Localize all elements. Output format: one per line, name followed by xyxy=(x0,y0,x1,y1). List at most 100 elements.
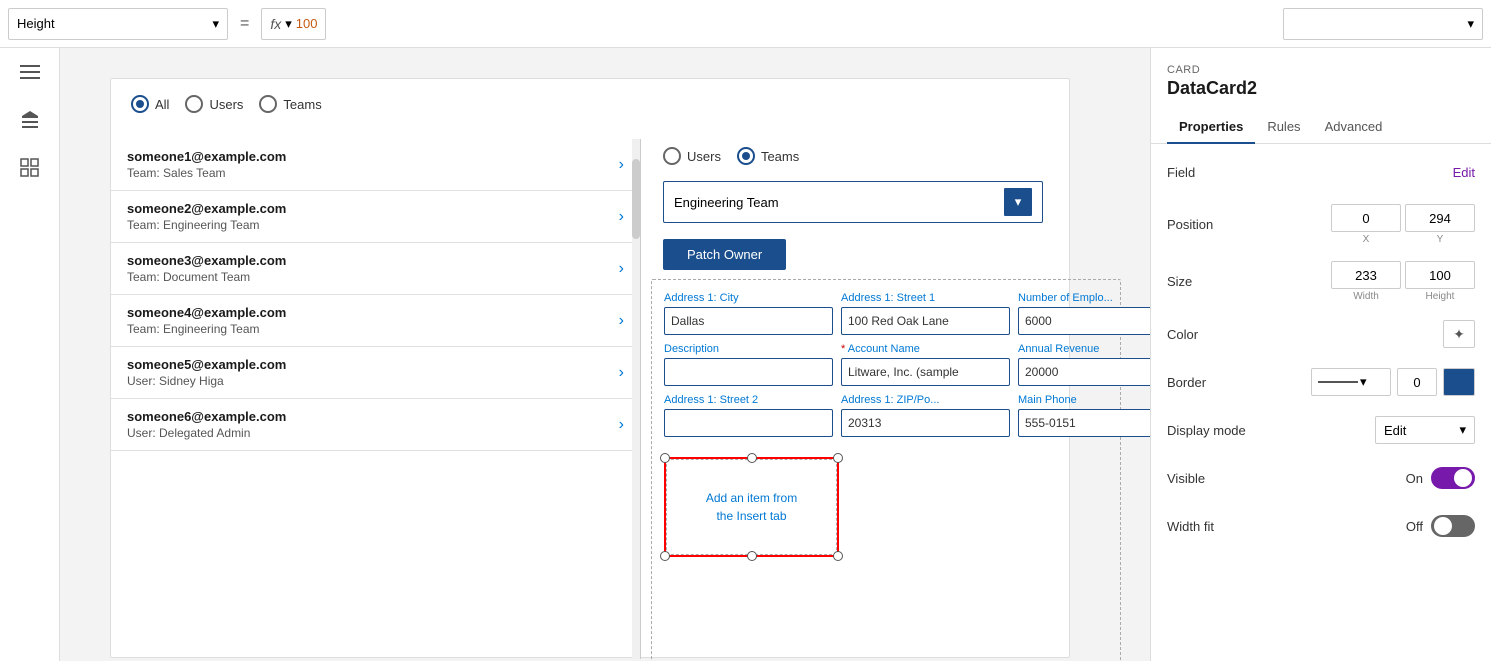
position-label: Position xyxy=(1167,217,1257,232)
form-label-description: Description xyxy=(664,343,833,355)
form-input-city[interactable] xyxy=(664,307,833,335)
form-label-account: Account Name xyxy=(841,343,1010,355)
list-item-sub-3: Team: Engineering Team xyxy=(127,322,619,336)
form-input-street1[interactable] xyxy=(841,307,1010,335)
list-item-sub-1: Team: Engineering Team xyxy=(127,218,619,232)
tab-advanced[interactable]: Advanced xyxy=(1313,111,1395,144)
formula-bar[interactable]: fx ▾ 100 xyxy=(261,8,326,40)
form-field-account: Account Name xyxy=(841,343,1010,386)
form-label-phone: Main Phone xyxy=(1018,394,1150,406)
form-input-description[interactable] xyxy=(664,358,833,386)
selection-handle-br xyxy=(833,551,843,561)
border-label: Border xyxy=(1167,375,1257,390)
top-right-dropdown[interactable]: ▾ xyxy=(1283,8,1483,40)
list-item[interactable]: someone6@example.com User: Delegated Adm… xyxy=(111,399,640,451)
edit-link[interactable]: Edit xyxy=(1453,165,1475,180)
radio-teams-label: Teams xyxy=(283,97,321,112)
props-tabs: Properties Rules Advanced xyxy=(1151,111,1491,144)
team-dropdown-row: Engineering Team ▾ xyxy=(651,173,1071,231)
list-item-name-5: someone6@example.com xyxy=(127,409,619,424)
size-height-input[interactable] xyxy=(1405,261,1475,289)
display-mode-select[interactable]: Edit ▾ xyxy=(1375,416,1475,444)
list-item[interactable]: someone3@example.com Team: Document Team… xyxy=(111,243,640,295)
left-sidebar xyxy=(0,48,60,661)
form-input-street2[interactable] xyxy=(664,409,833,437)
list-item[interactable]: someone4@example.com Team: Engineering T… xyxy=(111,295,640,347)
list-item[interactable]: someone1@example.com Team: Sales Team › xyxy=(111,139,640,191)
tab-rules[interactable]: Rules xyxy=(1255,111,1312,144)
visible-state-label: On xyxy=(1406,471,1423,486)
list-item-name-3: someone4@example.com xyxy=(127,305,619,320)
form-field-description: Description xyxy=(664,343,833,386)
sidebar-grid-icon[interactable] xyxy=(18,156,42,180)
radio-teams[interactable]: Teams xyxy=(259,95,321,113)
visible-toggle[interactable] xyxy=(1431,467,1475,489)
tab-properties[interactable]: Properties xyxy=(1167,111,1255,144)
inner-radio-users[interactable]: Users xyxy=(663,147,721,165)
size-inputs: Width Height xyxy=(1331,261,1475,302)
form-label-zip: Address 1: ZIP/Po... xyxy=(841,394,1010,406)
form-input-phone[interactable] xyxy=(1018,409,1150,437)
radio-users-circle xyxy=(185,95,203,113)
size-label: Size xyxy=(1167,274,1257,289)
color-label: Color xyxy=(1167,327,1257,342)
width-fit-toggle[interactable] xyxy=(1431,515,1475,537)
form-input-revenue[interactable] xyxy=(1018,358,1150,386)
team-dropdown[interactable]: Engineering Team ▾ xyxy=(663,181,1043,223)
scrollbar-track xyxy=(632,139,640,659)
position-y-input[interactable] xyxy=(1405,204,1475,232)
border-color-swatch[interactable] xyxy=(1443,368,1475,396)
list-chevron-icon-4: › xyxy=(619,364,624,382)
border-style-line xyxy=(1318,381,1358,383)
inner-radio-users-circle xyxy=(663,147,681,165)
radio-users[interactable]: Users xyxy=(185,95,243,113)
list-item[interactable]: someone2@example.com Team: Engineering T… xyxy=(111,191,640,243)
form-field-zip: Address 1: ZIP/Po... xyxy=(841,394,1010,437)
fx-icon: fx xyxy=(270,16,281,32)
form-field-phone: Main Phone xyxy=(1018,394,1150,437)
color-swatch[interactable]: ✦ xyxy=(1443,320,1475,348)
main-canvas: All Users Teams someone1@example.com Tea… xyxy=(60,48,1150,661)
radio-all-label: All xyxy=(155,97,169,112)
list-item-sub-0: Team: Sales Team xyxy=(127,166,619,180)
display-mode-row: Display mode Edit ▾ xyxy=(1167,414,1475,446)
form-input-account[interactable] xyxy=(841,358,1010,386)
card-placeholder-inner: Add an item fromthe Insert tab xyxy=(666,459,837,555)
top-radio-group: All Users Teams xyxy=(111,79,1069,125)
list-panel: someone1@example.com Team: Sales Team › … xyxy=(111,139,641,659)
formula-value: 100 xyxy=(296,16,318,31)
width-fit-toggle-knob xyxy=(1434,517,1452,535)
sidebar-layers-icon[interactable] xyxy=(18,108,42,132)
visible-toggle-knob xyxy=(1454,469,1472,487)
selection-handle-tl xyxy=(660,453,670,463)
border-row: Border ▾ xyxy=(1167,366,1475,398)
radio-all[interactable]: All xyxy=(131,95,169,113)
border-width-input[interactable] xyxy=(1397,368,1437,396)
list-item[interactable]: someone5@example.com User: Sidney Higa › xyxy=(111,347,640,399)
border-style-select[interactable]: ▾ xyxy=(1311,368,1391,396)
selection-handle-bl xyxy=(660,551,670,561)
form-input-zip[interactable] xyxy=(841,409,1010,437)
card-placeholder[interactable]: Add an item fromthe Insert tab xyxy=(664,457,839,557)
list-item-name-2: someone3@example.com xyxy=(127,253,619,268)
height-label: Height xyxy=(17,16,55,31)
selection-handle-bm xyxy=(747,551,757,561)
list-chevron-icon-2: › xyxy=(619,260,624,278)
display-mode-value: Edit xyxy=(1384,423,1406,438)
scrollbar-thumb[interactable] xyxy=(632,159,640,239)
patch-owner-button[interactable]: Patch Owner xyxy=(663,239,786,270)
top-bar: Height ▾ = fx ▾ 100 ▾ xyxy=(0,0,1491,48)
display-mode-label: Display mode xyxy=(1167,423,1257,438)
equals-symbol: = xyxy=(236,15,253,33)
fx-chevron-icon: ▾ xyxy=(285,16,292,32)
field-label: Field xyxy=(1167,165,1257,180)
sidebar-menu-icon[interactable] xyxy=(18,60,42,84)
team-dropdown-value: Engineering Team xyxy=(674,195,779,210)
form-area: Address 1: City Address 1: Street 1 Numb… xyxy=(651,279,1121,661)
form-input-employees[interactable] xyxy=(1018,307,1150,335)
size-width-input[interactable] xyxy=(1331,261,1401,289)
border-style-chevron-icon: ▾ xyxy=(1360,374,1367,390)
height-dropdown[interactable]: Height ▾ xyxy=(8,8,228,40)
inner-radio-teams[interactable]: Teams xyxy=(737,147,799,165)
position-x-input[interactable] xyxy=(1331,204,1401,232)
